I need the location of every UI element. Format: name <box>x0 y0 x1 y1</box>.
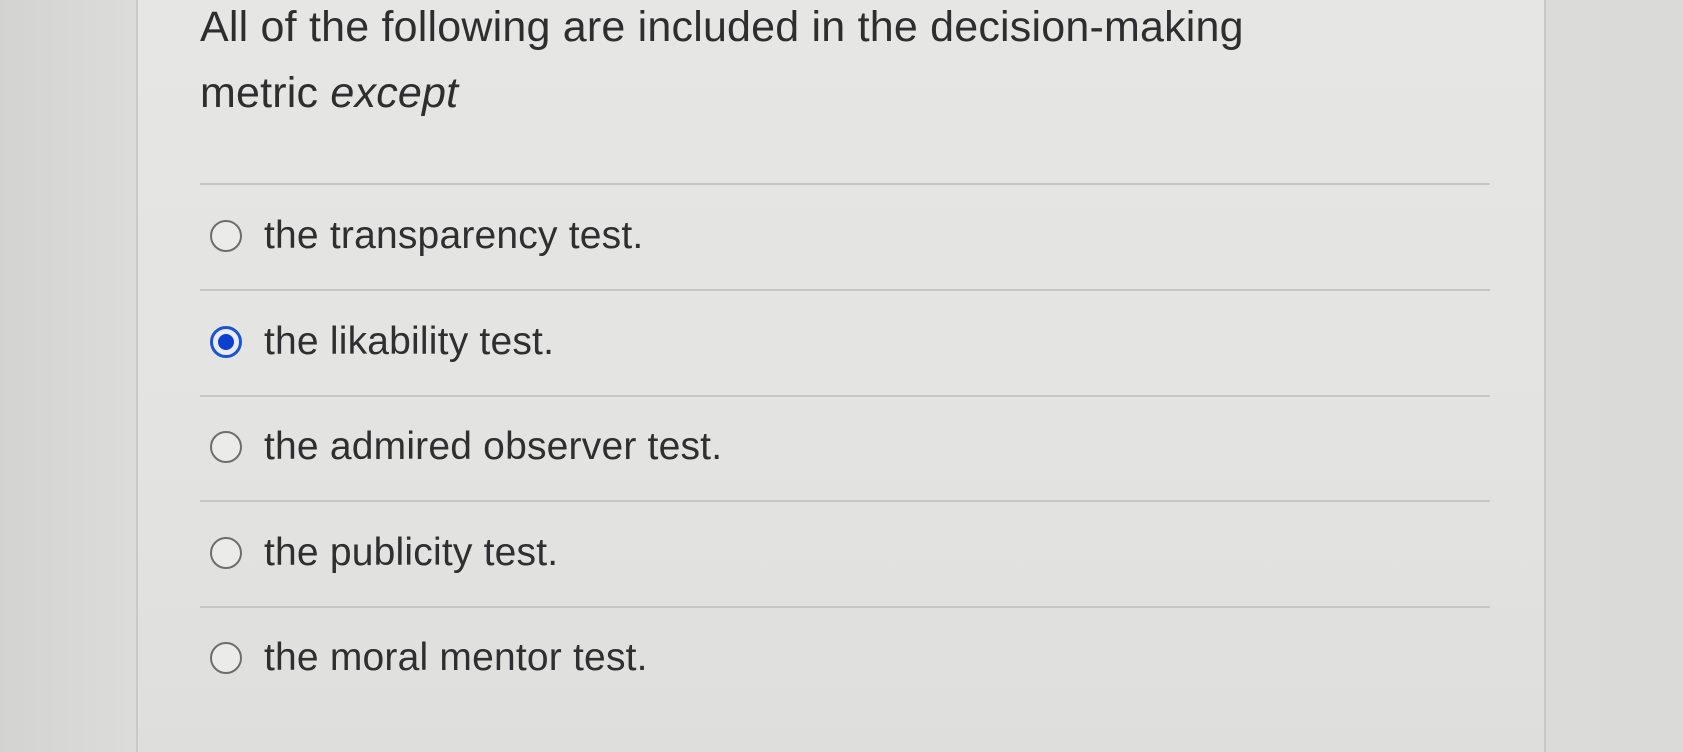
screen: All of the following are included in the… <box>0 0 1683 752</box>
radio-unselected-icon[interactable] <box>210 431 242 463</box>
divider <box>200 289 1490 291</box>
radio-selected-icon[interactable] <box>210 326 242 358</box>
divider <box>200 395 1490 397</box>
answer-label: the moral mentor test. <box>264 636 648 679</box>
question-emphasis: except <box>330 69 459 117</box>
answer-label: the likability test. <box>264 320 555 363</box>
answer-option-5[interactable]: the moral mentor test. <box>210 623 648 693</box>
answer-option-2[interactable]: the likability test. <box>210 307 554 377</box>
answer-label: the publicity test. <box>264 531 559 574</box>
answer-option-3[interactable]: the admired observer test. <box>210 412 722 482</box>
radio-unselected-icon[interactable] <box>210 537 242 569</box>
answer-option-4[interactable]: the publicity test. <box>210 518 558 588</box>
answer-option-1[interactable]: the transparency test. <box>210 201 643 271</box>
answer-label: the transparency test. <box>264 214 644 257</box>
answer-label: the admired observer test. <box>264 425 723 468</box>
radio-unselected-icon[interactable] <box>210 642 242 674</box>
divider <box>200 500 1490 502</box>
divider <box>200 606 1490 608</box>
radio-unselected-icon[interactable] <box>210 220 242 252</box>
divider <box>200 183 1490 185</box>
question-prompt: All of the following are included in the… <box>200 0 1350 126</box>
